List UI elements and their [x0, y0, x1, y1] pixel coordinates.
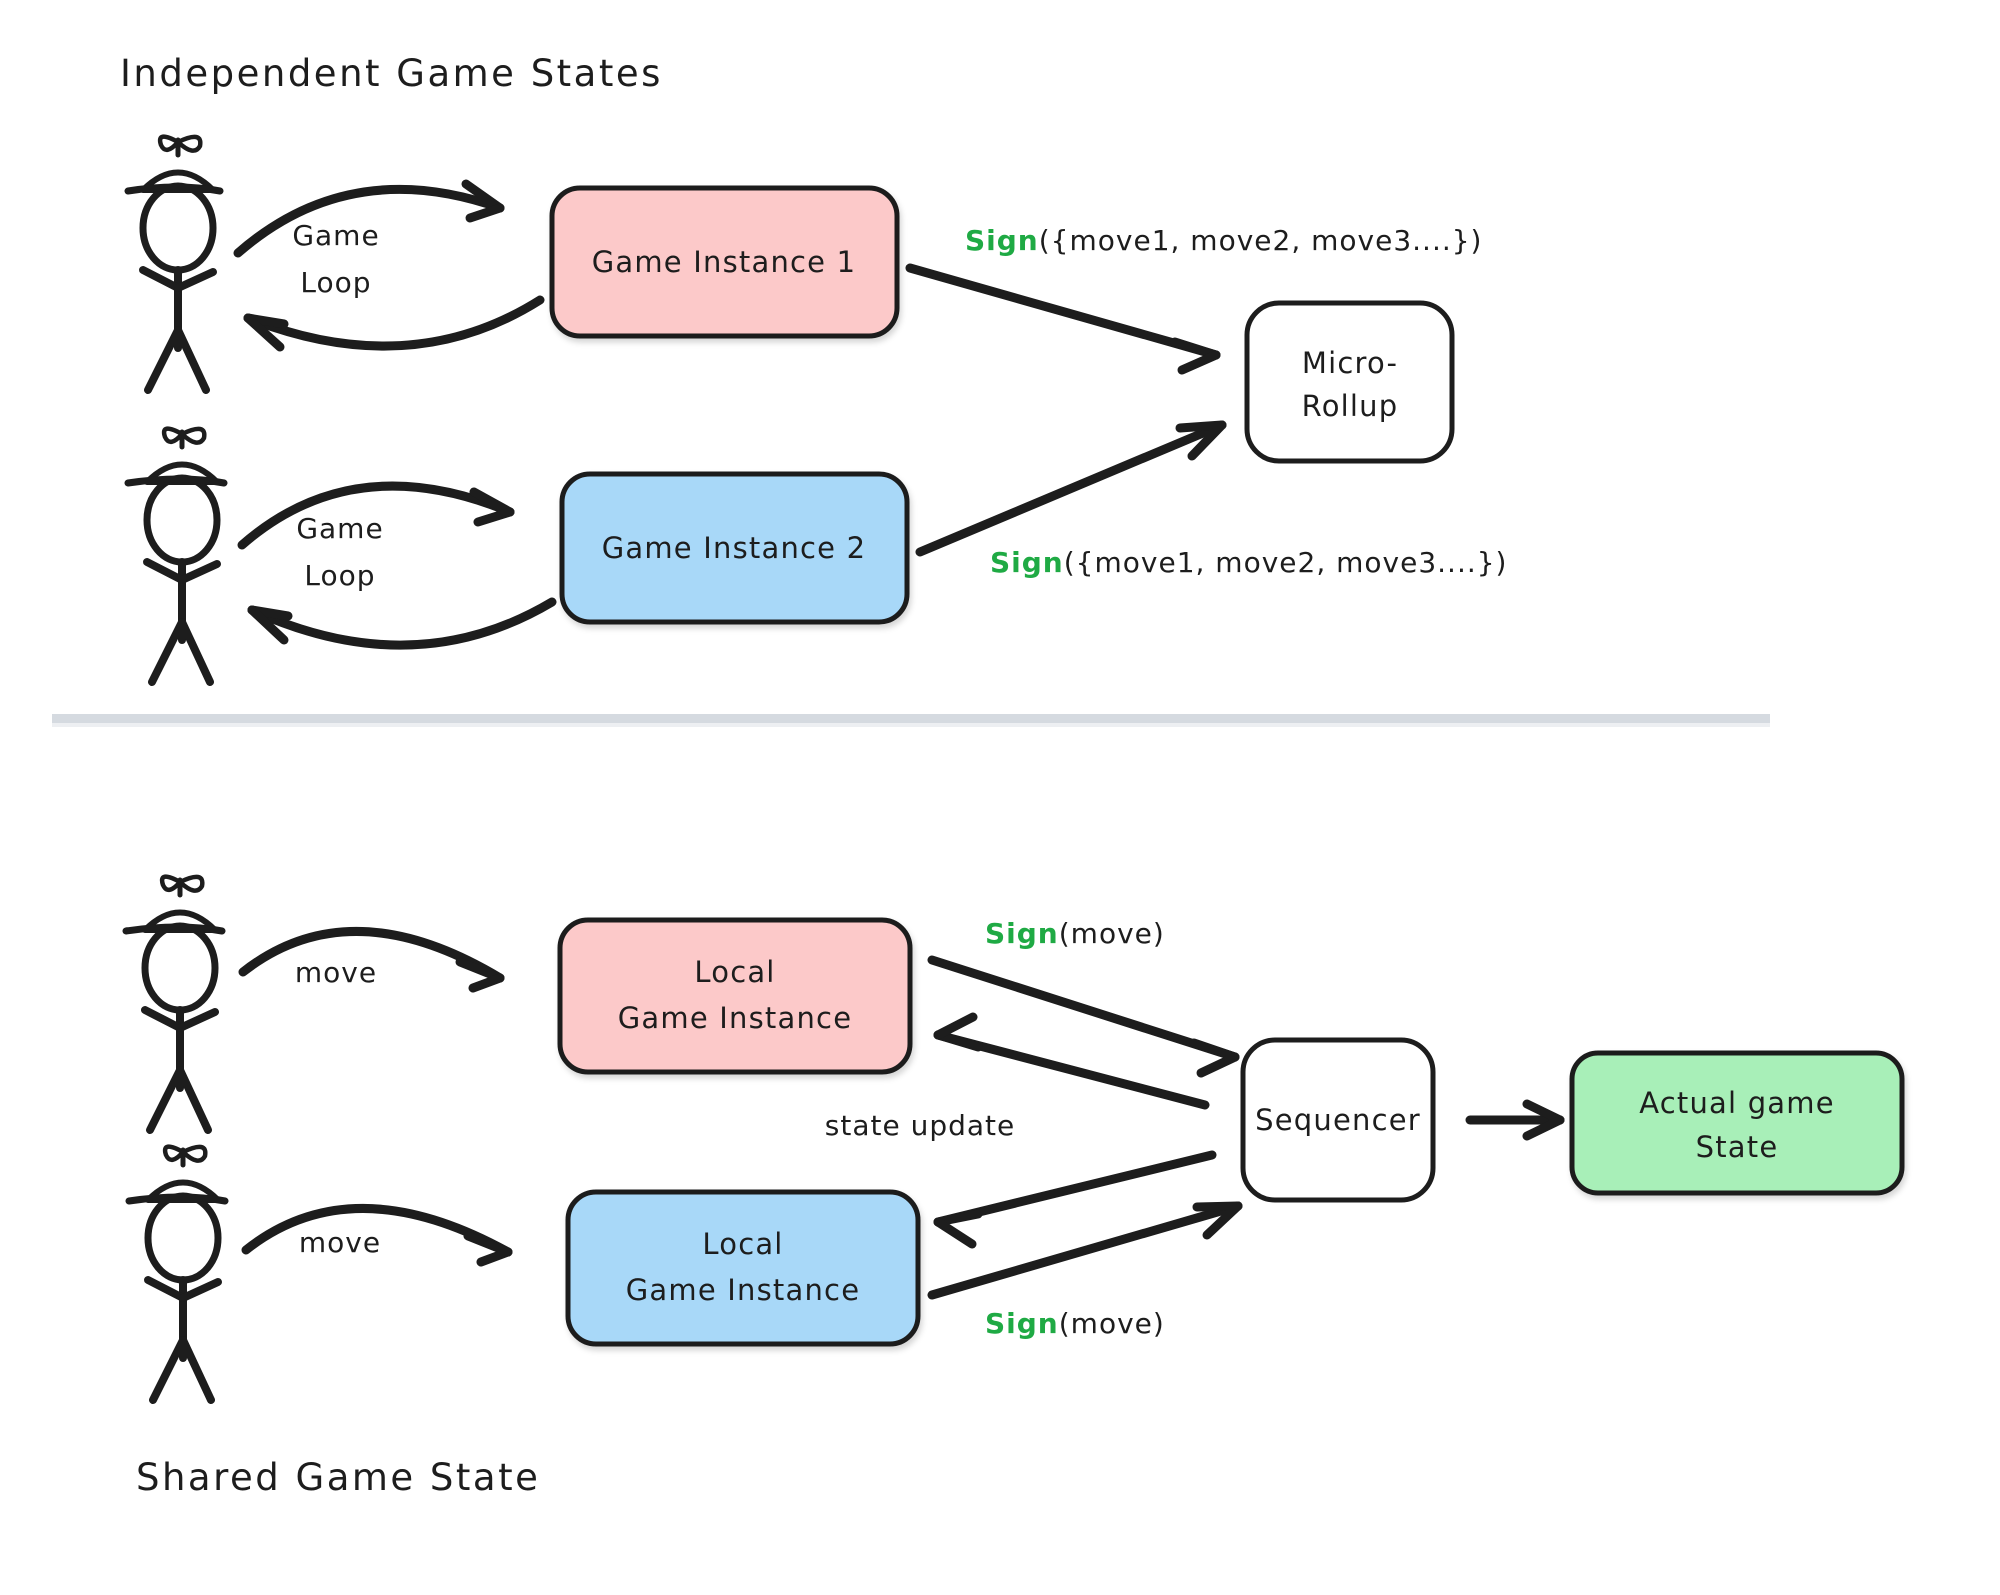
- local-instance-two-line2: Game Instance: [626, 1273, 861, 1307]
- game-loop-label-two-line2: Loop: [304, 559, 375, 592]
- move-label-one: move: [295, 956, 377, 989]
- game-loop-label-one-line1: Game: [292, 219, 379, 252]
- game-instance-1-label: Game Instance 1: [592, 245, 857, 279]
- top-section-title: Independent Game States: [120, 52, 663, 95]
- sign-label-bottom: Sign(move): [985, 1307, 1165, 1340]
- sign-label-top: Sign(move): [985, 917, 1165, 950]
- node-game-instance-2[interactable]: Game Instance 2: [559, 471, 910, 625]
- sign-label-bottom-black: (move): [1059, 1307, 1165, 1340]
- sign-label-two: Sign({move1, move2, move3....}): [990, 546, 1507, 579]
- micro-rollup-label-line2: Rollup: [1302, 389, 1399, 423]
- game-loop-label-one-line2: Loop: [300, 266, 371, 299]
- micro-rollup-label-line1: Micro-: [1302, 346, 1398, 380]
- game-instance-2-label: Game Instance 2: [602, 531, 867, 565]
- node-game-instance-1[interactable]: Game Instance 1: [549, 185, 900, 339]
- hat-brim-icon: [122, 923, 226, 935]
- local-instance-one-line1: Local: [694, 955, 775, 989]
- move-label-two: move: [299, 1226, 381, 1259]
- sign-label-top-black: (move): [1059, 917, 1165, 950]
- sign-label-top-green: Sign: [985, 917, 1059, 950]
- sign-label-bottom-green: Sign: [985, 1307, 1059, 1340]
- node-sequencer[interactable]: Sequencer: [1240, 1037, 1436, 1203]
- local-instance-two-line1: Local: [702, 1227, 783, 1261]
- game-loop-label-two-line1: Game: [296, 512, 383, 545]
- actual-state-line2: State: [1696, 1130, 1779, 1164]
- sequencer-label: Sequencer: [1255, 1103, 1421, 1137]
- bottom-section-title: Shared Game State: [136, 1456, 540, 1499]
- node-actual-game-state[interactable]: Actual game State: [1569, 1050, 1905, 1196]
- sign-label-one-green: Sign: [965, 224, 1039, 257]
- sign-label-one-black: ({move1, move2, move3....}): [1039, 224, 1483, 257]
- node-micro-rollup[interactable]: Micro- Rollup: [1244, 300, 1455, 464]
- sign-label-two-black: ({move1, move2, move3....}): [1064, 546, 1508, 579]
- diagram-canvas: Independent Game States Game Loop Game I…: [0, 0, 2000, 1595]
- hat-brim-icon: [124, 475, 228, 487]
- hat-brim-icon: [125, 1193, 229, 1205]
- section-divider: [52, 714, 1770, 727]
- state-update-label: state update: [825, 1109, 1016, 1142]
- sign-label-two-green: Sign: [990, 546, 1064, 579]
- local-instance-one-line2: Game Instance: [618, 1001, 853, 1035]
- node-local-game-instance-two[interactable]: Local Game Instance: [565, 1189, 921, 1347]
- node-local-game-instance-one[interactable]: Local Game Instance: [557, 917, 913, 1075]
- sign-label-one: Sign({move1, move2, move3....}): [965, 224, 1482, 257]
- hat-brim-icon: [124, 183, 224, 195]
- actual-state-line1: Actual game: [1639, 1086, 1835, 1120]
